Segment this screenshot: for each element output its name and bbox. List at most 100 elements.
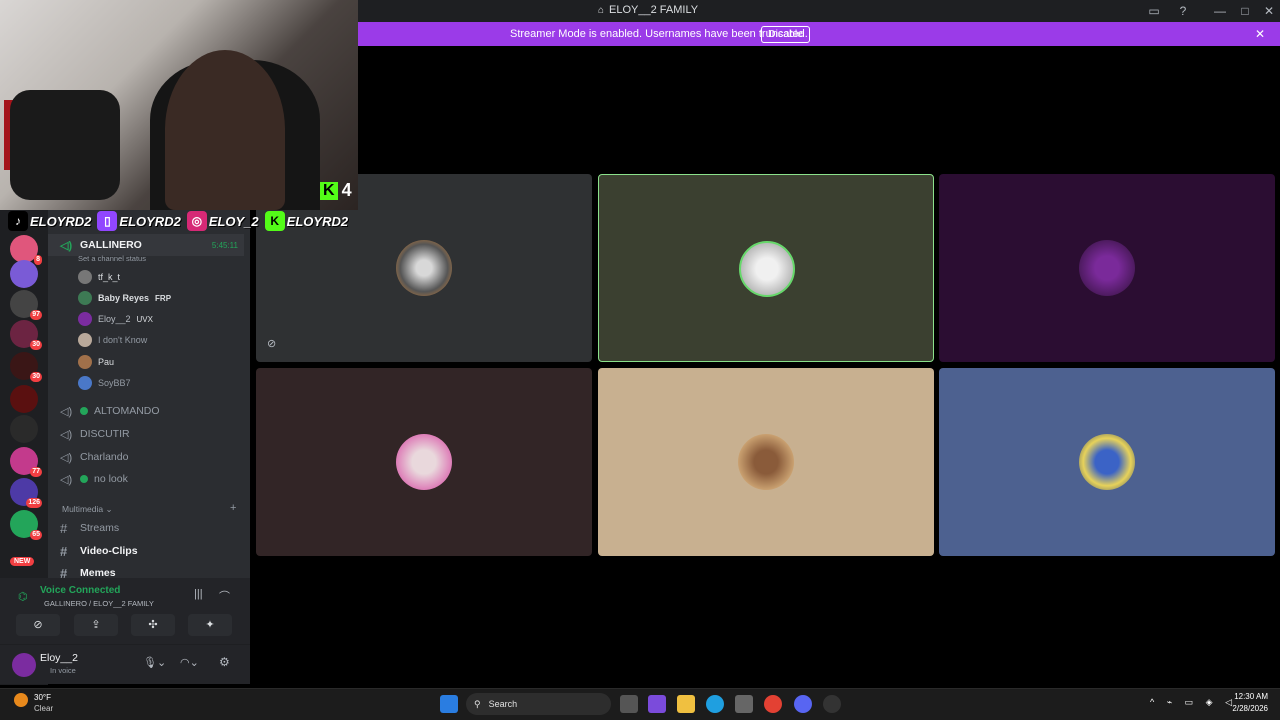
channel-status-input[interactable]: Set a channel status [78,254,146,263]
voice-channel-discutir[interactable]: ◁) DISCUTIR [48,423,244,445]
participant-avatar [739,241,795,297]
camera-button[interactable]: ⊘ [16,614,60,636]
twitch-icon: ▯ [97,211,118,231]
avatar[interactable] [12,653,36,677]
add-channel-icon[interactable]: + [230,502,236,514]
close-banner-icon[interactable]: ✕ [1255,27,1265,41]
text-channel-streams[interactable]: # Streams [48,518,119,538]
avatar [78,291,92,305]
user-status: In voice [50,666,76,675]
twitch-handle: ▯ ELOYRD2 [97,211,181,231]
channel-list: ◁) GALLINERO 5:45:11 Set a channel statu… [48,210,250,578]
voice-connected-label[interactable]: Voice Connected [40,585,120,596]
window-title: ⌂ ELOY__2 FAMILY [598,4,699,16]
avatar [78,270,92,284]
member-row[interactable]: tf_k_t [78,267,126,287]
store-icon[interactable] [735,695,753,713]
avatar [78,333,92,347]
viewer-count-badge: K 4 [320,180,352,201]
task-view-icon[interactable] [620,695,638,713]
taskbar-search[interactable]: ⚲ Search [466,693,611,715]
weather-icon[interactable] [14,693,28,707]
member-row[interactable]: Baby Reyes FRP [78,288,171,308]
speaker-icon: ◁) [60,239,73,252]
category-multimedia[interactable]: Multimedia ⌄ [62,504,113,515]
disable-streamer-mode-button[interactable]: Disable [761,26,811,43]
weather-desc[interactable]: Clear [34,704,53,713]
edge-icon[interactable] [706,695,724,713]
server-icon[interactable] [10,385,38,413]
video-tile-2[interactable] [598,174,934,362]
status-dot-icon [80,475,88,483]
server-icon[interactable]: 8 [10,235,42,265]
signal-icon: ⌬ [18,591,28,603]
kick-handle: K ELOYRD2 [264,211,348,231]
chrome-icon[interactable] [764,695,782,713]
clock-date[interactable]: 2/28/2026 [1224,704,1268,713]
speaker-icon: ◁) [60,473,73,486]
noise-suppression-icon[interactable]: ||| [194,588,203,600]
video-tile-6[interactable] [939,368,1275,556]
voice-channel-no-look[interactable]: ◁) no look [48,468,244,490]
voice-channel-gallinero[interactable]: ◁) GALLINERO 5:45:11 [48,234,244,256]
server-icon[interactable] [10,260,38,288]
server-icon[interactable] [10,415,38,443]
microphone-icon[interactable]: 🎙︎⌄ [143,656,166,669]
member-row[interactable]: SoyBB7 [78,373,131,393]
close-button[interactable]: ✕ [1261,3,1277,19]
maximize-button[interactable]: □ [1237,3,1253,19]
member-row[interactable]: Eloy__2 UVX [78,309,153,329]
participant-avatar [396,434,452,490]
headphones-icon[interactable]: ◠⌄ [180,656,199,669]
instagram-handle: ◎ ELOY_2 [186,211,259,231]
voice-location[interactable]: GALLINERO / ELOY__2 FAMILY [44,599,154,608]
minimize-button[interactable]: — [1212,3,1228,19]
app-icon[interactable] [648,695,666,713]
text-channel-video-clips[interactable]: # Video-Clips [48,541,138,561]
server-icon[interactable]: 30 [10,320,42,350]
instagram-icon: ◎ [186,211,207,231]
voice-channel-charlando[interactable]: ◁) Charlando [48,446,244,468]
video-tile-5[interactable] [598,368,934,556]
app-icon[interactable] [823,695,841,713]
member-row[interactable]: Pau [78,352,114,372]
streamer-mode-banner [358,22,1280,46]
server-icon[interactable]: 65 [10,510,42,540]
activities-button[interactable]: ✣ [131,614,175,636]
webcam-overlay [0,0,358,210]
avatar [78,355,92,369]
voice-channel-altomando[interactable]: ◁) ALTOMANDO [48,400,244,422]
hash-icon: # [60,565,68,579]
weather-temp[interactable]: 30°F [34,693,51,702]
search-icon: ⚲ [474,698,481,709]
participant-avatar [396,240,452,296]
screen-share-button[interactable]: ⇪ [74,614,118,636]
file-explorer-icon[interactable] [677,695,695,713]
server-icon[interactable]: 97 [10,290,42,320]
server-icon[interactable]: 77 [10,447,42,477]
speaker-icon: ◁) [60,405,73,418]
help-icon[interactable]: ? [1175,3,1191,19]
gear-icon[interactable]: ⚙ [219,655,230,669]
video-tile-4[interactable] [256,368,592,556]
clock-time[interactable]: 12:30 AM [1230,692,1268,701]
hash-icon: # [60,543,68,559]
taskbar [0,688,1280,720]
server-icon[interactable]: 126 [10,478,42,508]
member-row[interactable]: I don't Know [78,330,147,350]
server-icon[interactable]: 30 [10,352,42,382]
tiktok-handle: ♪ ELOYRD2 [8,211,91,231]
inbox-icon[interactable]: ▭ [1146,3,1162,19]
disconnect-icon[interactable]: ⌒ [219,588,230,604]
windows-start-icon[interactable] [440,695,458,713]
status-dot-icon [80,407,88,415]
participant-avatar [738,434,794,490]
user-panel: Eloy__2 In voice 🎙︎⌄ ◠⌄ ⚙ [0,644,250,684]
new-badge: NEW [10,557,35,566]
text-channel-memes[interactable]: # Memes [48,563,116,579]
discord-icon[interactable] [794,695,812,713]
soundboard-button[interactable]: ✦ [188,614,232,636]
social-handles: ♪ ELOYRD2 ▯ ELOYRD2 ◎ ELOY_2 K ELOYRD2 [8,211,348,231]
video-tile-3[interactable] [939,174,1275,362]
kick-icon: K [320,181,338,200]
